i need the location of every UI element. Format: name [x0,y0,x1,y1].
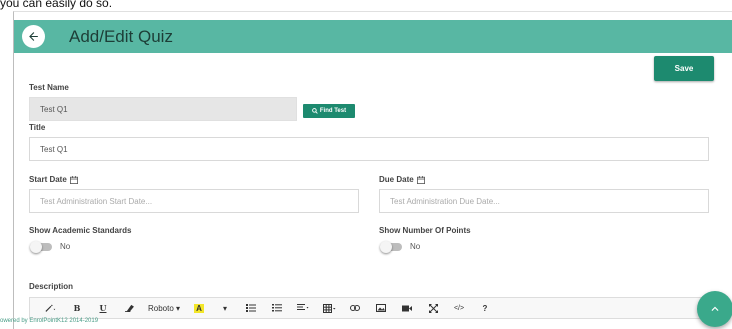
help-icon[interactable]: ? [472,297,498,319]
show-standards-state: No [60,242,71,251]
magic-wand-icon[interactable] [38,297,64,319]
underline-button[interactable]: U [90,297,116,319]
footer-credit: owered by EnrolPointK12 2014-2019 [0,318,99,324]
due-date-label: Due Date [379,175,425,185]
show-points-label: Show Number Of Points [379,226,471,235]
bold-button[interactable]: B [64,297,90,319]
description-label: Description [29,282,74,291]
scroll-to-top-button[interactable] [697,291,732,327]
ordered-list-icon[interactable] [264,297,290,319]
font-family-select[interactable]: Roboto ▾ [142,297,186,319]
page-title: Add/Edit Quiz [69,27,173,46]
show-standards-toggle-row: No [30,240,71,253]
quiz-editor-window: Add/Edit Quiz Save Test Name Test Q1 Fin… [13,11,732,329]
save-button[interactable]: Save [654,56,714,81]
show-standards-label: Show Academic Standards [29,226,132,235]
due-date-input[interactable]: Test Administration Due Date... [379,189,709,213]
table-icon[interactable] [316,297,342,319]
title-label: Title [29,123,46,132]
search-icon [312,108,318,114]
eraser-icon[interactable] [116,297,142,319]
find-test-button[interactable]: Find Test [303,104,355,118]
show-points-toggle-row: No [380,240,421,253]
fullscreen-icon[interactable] [420,297,446,319]
arrow-left-icon [29,32,38,41]
calendar-icon [69,176,78,184]
color-dropdown-icon[interactable]: ▾ [212,297,238,319]
test-name-field: Test Q1 [29,97,297,121]
text-color-button[interactable]: A [186,297,212,319]
page-header: Add/Edit Quiz [14,20,732,53]
start-date-label: Start Date [29,175,78,185]
back-button[interactable] [22,25,45,48]
start-date-input[interactable]: Test Administration Start Date... [29,189,359,213]
page-caption: you can easily do so. [0,0,113,10]
video-icon[interactable] [394,297,420,319]
code-view-icon[interactable]: </> [446,297,472,319]
align-icon[interactable] [290,297,316,319]
calendar-icon [416,176,425,184]
show-points-state: No [410,242,421,251]
image-icon[interactable] [368,297,394,319]
editor-toolbar: B U Roboto ▾ A ▾ </> ? [29,297,709,319]
link-icon[interactable] [342,297,368,319]
show-standards-toggle[interactable] [30,240,52,253]
test-name-label: Test Name [29,83,69,92]
show-points-toggle[interactable] [380,240,402,253]
chevron-up-icon [711,306,719,311]
unordered-list-icon[interactable] [238,297,264,319]
title-field[interactable]: Test Q1 [29,137,709,161]
